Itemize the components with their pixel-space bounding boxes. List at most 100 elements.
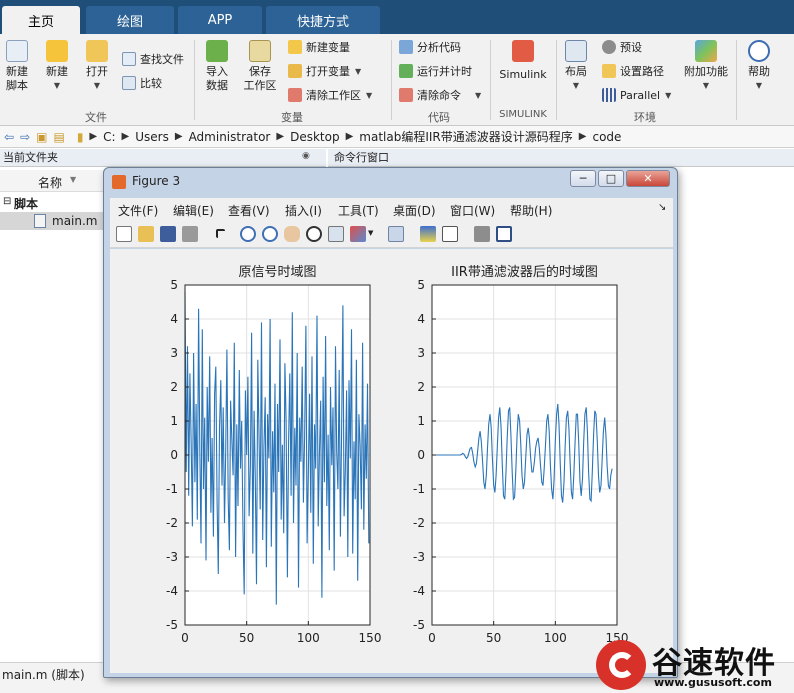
menu-window[interactable]: 窗口(W) (450, 202, 495, 219)
brush-icon[interactable] (350, 226, 366, 242)
close-button[interactable]: ✕ (626, 170, 670, 187)
layout-icon (565, 40, 587, 62)
new-button[interactable]: 新建 ▼ (42, 40, 72, 93)
group-divider (490, 40, 491, 120)
simulink-button[interactable]: Simulink (496, 40, 550, 82)
parallel-button[interactable]: Parallel ▼ (602, 86, 671, 104)
brush-dropdown-icon[interactable]: ▼ (368, 229, 373, 237)
watermark-url: www.gususoft.com (654, 676, 772, 689)
breadcrumb-item[interactable]: Users (135, 130, 169, 144)
y-tick-label: 5 (170, 278, 178, 292)
clear-workspace-button[interactable]: 清除工作区 ▼ (288, 86, 372, 104)
matlab-logo-icon (112, 175, 126, 189)
data-cursor-icon[interactable] (328, 226, 344, 242)
save-workspace-button[interactable]: 保存 工作区 (242, 40, 278, 93)
minimize-button[interactable]: ─ (570, 170, 596, 187)
forward-arrow-icon[interactable]: ⇨ (20, 130, 30, 144)
compare-icon (122, 76, 136, 90)
folder-label[interactable]: 脚本 (14, 195, 38, 212)
menu-edit[interactable]: 编辑(E) (173, 202, 214, 219)
tab-plots[interactable]: 绘图 (86, 6, 174, 34)
figure-title-bar[interactable]: Figure 3 ─ □ ✕ (104, 168, 679, 196)
layout-dropdown-icon: ▼ (572, 81, 580, 90)
panel-menu-icon[interactable]: ◉ (302, 151, 310, 161)
run-and-time-button[interactable]: 运行并计时 (399, 62, 472, 80)
breadcrumb-item[interactable]: code (592, 130, 621, 144)
x-tick-label: 100 (297, 631, 320, 645)
collapse-icon[interactable]: ⊟ (3, 196, 11, 207)
analyze-code-icon (399, 40, 413, 54)
current-folder-panel-title: 当前文件夹 (0, 149, 326, 167)
back-arrow-icon[interactable]: ⇦ (4, 130, 14, 144)
save-icon[interactable] (160, 226, 176, 242)
x-tick-label: 0 (181, 631, 189, 645)
x-tick-label: 0 (428, 631, 436, 645)
y-tick-label: 4 (417, 312, 425, 326)
open-variable-button[interactable]: 打开变量 ▼ (288, 62, 361, 80)
colorbar-icon[interactable] (420, 226, 436, 242)
dock-arrow-icon[interactable]: ↘ (658, 202, 666, 213)
pan-hand-icon[interactable] (284, 226, 300, 242)
open-file-icon[interactable] (138, 226, 154, 242)
tab-home[interactable]: 主页 (2, 6, 80, 34)
menu-file[interactable]: 文件(F) (118, 202, 158, 219)
chevron-right-icon: ▶ (276, 131, 285, 142)
browse-folder-icon[interactable]: ▤ (53, 130, 64, 144)
breadcrumb-item[interactable]: Administrator (189, 130, 271, 144)
find-files-button[interactable]: 查找文件 (122, 50, 184, 68)
clear-commands-button[interactable]: 清除命令 ▼ (399, 86, 481, 104)
help-button[interactable]: 帮助 ▼ (742, 40, 776, 93)
command-window-title: 命令行窗口 (328, 149, 794, 167)
y-tick-label: -3 (166, 550, 178, 564)
new-variable-button[interactable]: 新建变量 (288, 38, 350, 56)
maximize-button[interactable]: □ (598, 170, 624, 187)
y-tick-label: -4 (413, 584, 425, 598)
new-figure-icon[interactable] (116, 226, 132, 242)
show-plot-tools-icon[interactable] (496, 226, 512, 242)
hide-plot-tools-icon[interactable] (474, 226, 490, 242)
chevron-right-icon: ▶ (578, 131, 587, 142)
compare-button[interactable]: 比较 (122, 74, 162, 92)
zoom-in-icon[interactable] (240, 226, 256, 242)
legend-icon[interactable] (442, 226, 458, 242)
menu-tools[interactable]: 工具(T) (338, 202, 379, 219)
add-ons-button[interactable]: 附加功能 ▼ (682, 40, 730, 93)
help-dropdown-icon: ▼ (755, 81, 763, 90)
set-path-button[interactable]: 设置路径 (602, 62, 664, 80)
open-button[interactable]: 打开 ▼ (82, 40, 112, 93)
add-ons-icon (695, 40, 717, 62)
group-divider (556, 40, 557, 120)
menu-insert[interactable]: 插入(I) (285, 202, 322, 219)
column-name-header[interactable]: 名称 (38, 174, 62, 191)
chevron-right-icon: ▶ (174, 131, 183, 142)
breadcrumb-item[interactable]: Desktop (290, 130, 340, 144)
breadcrumb-item[interactable]: matlab编程IIR带通滤波器设计源码程序 (359, 128, 572, 145)
preferences-button[interactable]: 预设 (602, 38, 642, 56)
import-data-button[interactable]: 导入 数据 (201, 40, 233, 93)
zoom-out-icon[interactable] (262, 226, 278, 242)
breadcrumb-item[interactable]: C: (103, 130, 115, 144)
menu-help[interactable]: 帮助(H) (510, 202, 552, 219)
link-plot-icon[interactable] (388, 226, 404, 242)
pointer-icon[interactable] (216, 229, 225, 238)
y-tick-label: -5 (166, 618, 178, 632)
menu-desktop[interactable]: 桌面(D) (393, 202, 436, 219)
analyze-code-button[interactable]: 分析代码 (399, 38, 461, 56)
sort-arrow-icon[interactable]: ▼ (70, 175, 76, 184)
tab-shortcuts[interactable]: 快捷方式 (266, 6, 380, 34)
y-tick-label: 4 (170, 312, 178, 326)
chart-title: IIR带通滤波器后的时域图 (451, 264, 598, 280)
current-folder-address-bar[interactable]: ⇦ ⇨ ▣ ▤ ▮ ▶ C: ▶ Users ▶ Administrator ▶… (0, 126, 794, 148)
rotate-3d-icon[interactable] (306, 226, 322, 242)
chevron-right-icon: ▶ (121, 131, 130, 142)
x-tick-label: 100 (544, 631, 567, 645)
up-folder-icon[interactable]: ▣ (36, 130, 47, 144)
figure-menubar: 文件(F) 编辑(E) 查看(V) 插入(I) 工具(T) 桌面(D) 窗口(W… (110, 198, 673, 220)
print-icon[interactable] (182, 226, 198, 242)
open-dropdown-icon: ▼ (93, 81, 101, 90)
menu-view[interactable]: 查看(V) (228, 202, 270, 219)
gear-icon (602, 40, 616, 54)
layout-button[interactable]: 布局 ▼ (561, 40, 591, 93)
new-script-button[interactable]: 新建 脚本 (2, 40, 32, 93)
tab-apps[interactable]: APP (178, 6, 262, 34)
